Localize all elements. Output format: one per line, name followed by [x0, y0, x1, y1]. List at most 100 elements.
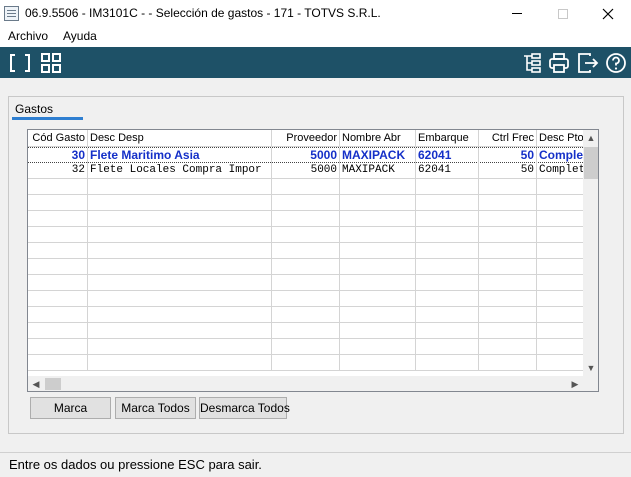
empty-cell	[272, 275, 340, 290]
cell-embarque: 62041	[416, 163, 479, 178]
empty-cell	[479, 307, 537, 322]
empty-row	[28, 307, 583, 323]
empty-cell	[340, 211, 416, 226]
toolbar	[0, 47, 631, 78]
cell-ctrl-frec: 50	[479, 163, 537, 178]
empty-cell	[28, 275, 88, 290]
empty-row	[28, 339, 583, 355]
cell-nombre-abr: MAXIPACK	[340, 148, 416, 163]
empty-cell	[479, 323, 537, 338]
cell-cod-gasto: 30	[28, 148, 88, 163]
empty-cell	[272, 179, 340, 194]
marca-button[interactable]: Marca	[30, 397, 111, 419]
vertical-scrollbar[interactable]: ▲ ▼	[583, 130, 598, 376]
help-icon[interactable]	[604, 51, 628, 75]
empty-cell	[272, 195, 340, 210]
empty-cell	[272, 307, 340, 322]
desmarca-todos-button[interactable]: Desmarca Todos	[199, 397, 290, 419]
empty-cell	[416, 195, 479, 210]
tree-icon[interactable]	[520, 51, 544, 75]
horizontal-scrollbar[interactable]: ◀ ▶	[28, 376, 583, 391]
menu-ayuda[interactable]: Ayuda	[63, 29, 97, 43]
table-row[interactable]: 32 Flete Locales Compra Impor 5000 MAXIP…	[28, 163, 583, 179]
empty-cell	[340, 243, 416, 258]
empty-cell	[340, 227, 416, 242]
horizontal-scroll-thumb[interactable]	[45, 378, 61, 390]
empty-cell	[88, 339, 272, 354]
empty-cell	[28, 179, 88, 194]
maximize-icon	[558, 8, 568, 19]
empty-cell	[479, 195, 537, 210]
empty-cell	[272, 259, 340, 274]
empty-cell	[340, 259, 416, 274]
empty-cell	[479, 259, 537, 274]
empty-cell	[416, 211, 479, 226]
empty-cell	[272, 211, 340, 226]
col-desc-pto[interactable]: Desc Pto	[537, 130, 583, 147]
empty-cell	[340, 195, 416, 210]
empty-row	[28, 243, 583, 259]
empty-cell	[537, 339, 583, 354]
col-desc-desp[interactable]: Desc Desp	[88, 130, 272, 147]
col-embarque[interactable]: Embarque	[416, 130, 479, 147]
empty-cell	[416, 275, 479, 290]
empty-cell	[479, 179, 537, 194]
marca-todos-button[interactable]: Marca Todos	[115, 397, 196, 419]
col-ctrl-frec[interactable]: Ctrl Frec	[479, 130, 537, 147]
brackets-icon[interactable]	[8, 51, 32, 75]
empty-row	[28, 227, 583, 243]
status-text: Entre os dados ou pressione ESC para sai…	[9, 457, 262, 472]
empty-cell	[416, 243, 479, 258]
empty-cell	[340, 291, 416, 306]
empty-row	[28, 211, 583, 227]
gastos-grid[interactable]: Cód Gasto Desc Desp Proveedor Nombre Abr…	[27, 129, 599, 392]
exit-icon[interactable]	[576, 51, 600, 75]
empty-cell	[88, 275, 272, 290]
empty-cell	[340, 275, 416, 290]
empty-cell	[416, 291, 479, 306]
tab-gastos[interactable]: Gastos	[12, 100, 83, 120]
empty-cell	[28, 195, 88, 210]
empty-row	[28, 355, 583, 371]
empty-cell	[272, 323, 340, 338]
scroll-down-icon[interactable]: ▼	[583, 360, 598, 376]
window-title: 06.9.5506 - IM3101C - - Selección de gas…	[25, 6, 381, 20]
empty-cell	[479, 355, 537, 370]
col-nombre-abr[interactable]: Nombre Abr	[340, 130, 416, 147]
empty-cell	[88, 307, 272, 322]
app-icon	[4, 6, 19, 21]
empty-cell	[537, 243, 583, 258]
empty-cell	[340, 355, 416, 370]
empty-cell	[272, 355, 340, 370]
grid-header: Cód Gasto Desc Desp Proveedor Nombre Abr…	[28, 130, 583, 147]
empty-cell	[537, 323, 583, 338]
empty-cell	[88, 355, 272, 370]
empty-cell	[88, 179, 272, 194]
minimize-button[interactable]	[494, 0, 540, 27]
empty-cell	[28, 243, 88, 258]
empty-cell	[479, 227, 537, 242]
empty-cell	[340, 339, 416, 354]
grid-icon[interactable]	[39, 51, 63, 75]
status-bar: Entre os dados ou pressione ESC para sai…	[0, 452, 631, 477]
menu-archivo[interactable]: Archivo	[8, 29, 48, 43]
empty-cell	[537, 275, 583, 290]
empty-cell	[28, 307, 88, 322]
col-cod-gasto[interactable]: Cód Gasto	[28, 130, 88, 147]
maximize-button[interactable]	[540, 0, 586, 27]
cell-proveedor: 5000	[272, 148, 340, 163]
print-icon[interactable]	[547, 51, 571, 75]
empty-cell	[28, 227, 88, 242]
vertical-scroll-thumb[interactable]	[584, 147, 598, 179]
scroll-right-icon[interactable]: ▶	[567, 376, 583, 391]
table-row-selected[interactable]: 30 Flete Maritimo Asia 5000 MAXIPACK 620…	[28, 147, 583, 163]
empty-cell	[340, 323, 416, 338]
empty-cell	[416, 307, 479, 322]
empty-cell	[537, 179, 583, 194]
empty-cell	[537, 211, 583, 226]
empty-cell	[537, 291, 583, 306]
scroll-left-icon[interactable]: ◀	[28, 376, 44, 391]
scroll-up-icon[interactable]: ▲	[583, 130, 598, 146]
col-proveedor[interactable]: Proveedor	[272, 130, 340, 147]
close-button[interactable]	[585, 0, 631, 27]
